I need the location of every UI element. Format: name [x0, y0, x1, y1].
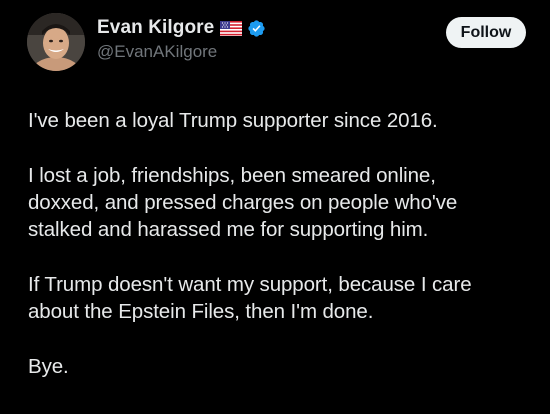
- avatar[interactable]: [27, 13, 85, 71]
- post-header: Evan Kilgore @EvanAKilgore Follow: [27, 13, 527, 73]
- author-handle[interactable]: @EvanAKilgore: [97, 42, 266, 62]
- author-display-name[interactable]: Evan Kilgore: [97, 17, 214, 39]
- post-line: about the Epstein Files, then I'm done.: [28, 300, 374, 323]
- post-line: doxxed, and pressed charges on people wh…: [28, 191, 458, 214]
- author-name-row: Evan Kilgore: [97, 16, 266, 40]
- post-line: Bye.: [28, 355, 69, 378]
- post-paragraph-1: I've been a loyal Trump supporter since …: [28, 107, 528, 134]
- author-info: Evan Kilgore @EvanAKilgore: [97, 16, 266, 62]
- follow-button[interactable]: Follow: [446, 17, 526, 48]
- post-line: If Trump doesn't want my support, becaus…: [28, 273, 472, 296]
- post-line: I've been a loyal Trump supporter since …: [28, 109, 438, 132]
- us-flag-icon: [220, 20, 243, 36]
- post-text: I've been a loyal Trump supporter since …: [28, 107, 528, 408]
- post-paragraph-3: If Trump doesn't want my support, becaus…: [28, 271, 528, 325]
- verified-badge-icon[interactable]: [247, 19, 266, 38]
- post-line: I lost a job, friendships, been smeared …: [28, 164, 436, 187]
- post-paragraph-4: Bye.: [28, 353, 528, 380]
- post-line: stalked and harassed me for supporting h…: [28, 218, 429, 241]
- post-paragraph-2: I lost a job, friendships, been smeared …: [28, 162, 528, 243]
- post-card: Evan Kilgore @EvanAKilgore Follow I've b…: [0, 0, 550, 414]
- avatar-image: [27, 13, 85, 71]
